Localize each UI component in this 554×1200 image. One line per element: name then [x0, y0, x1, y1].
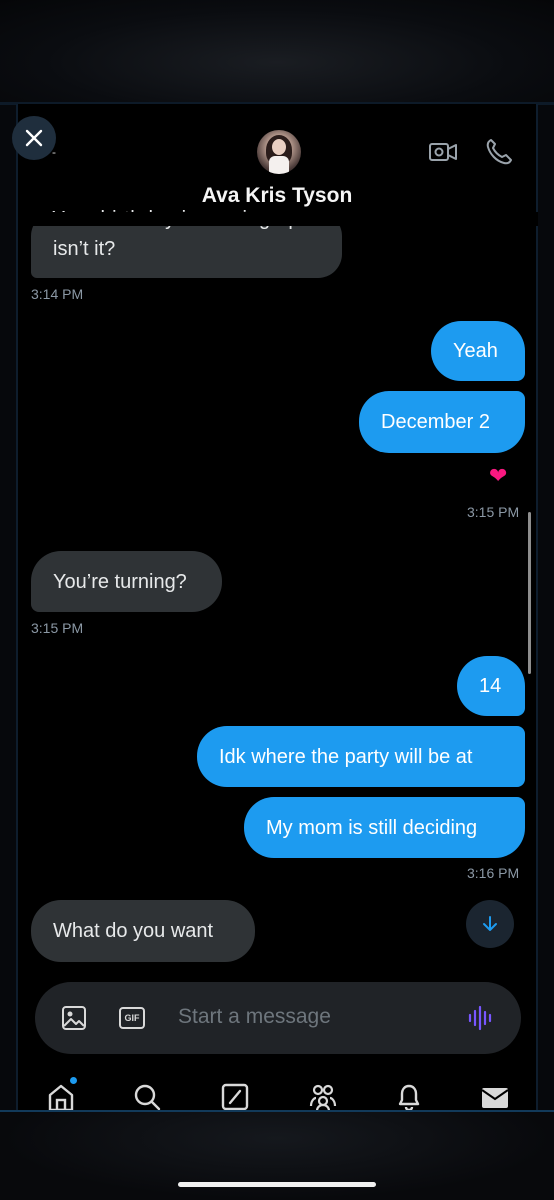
- gif-icon[interactable]: GIF: [119, 1007, 145, 1029]
- grok-icon[interactable]: [220, 1082, 250, 1112]
- notifications-icon[interactable]: [394, 1082, 424, 1112]
- sent-message-bubble[interactable]: 14: [457, 656, 525, 716]
- close-icon: [25, 129, 43, 147]
- message-timestamp: 3:15 PM: [31, 620, 84, 636]
- communities-icon[interactable]: [308, 1082, 338, 1112]
- message-text: isn’t it?: [53, 238, 116, 260]
- sent-message-bubble[interactable]: December 2: [359, 391, 525, 453]
- home-indicator[interactable]: [178, 1182, 376, 1187]
- message-text: Idk where the party will be at: [219, 745, 473, 768]
- contact-avatar[interactable]: [257, 130, 301, 174]
- message-text: You’re turning?: [53, 570, 187, 593]
- scroll-clip: [18, 212, 538, 226]
- message-text: December 2: [381, 411, 490, 433]
- heart-reaction-icon[interactable]: ❤: [489, 463, 507, 489]
- message-text: My mom is still deciding: [266, 816, 478, 839]
- bottom-navigation: [18, 1072, 538, 1112]
- arrow-down-icon: [483, 916, 497, 931]
- received-message-bubble[interactable]: You’re turning?: [31, 551, 222, 612]
- scroll-to-bottom-button[interactable]: [466, 900, 514, 948]
- message-input[interactable]: Start a message: [178, 1005, 331, 1029]
- message-timestamp: 3:14 PM: [31, 286, 84, 302]
- scrollbar[interactable]: [528, 512, 531, 674]
- message-text: Yeah: [453, 340, 498, 362]
- received-message-bubble[interactable]: What do you want: [31, 900, 255, 962]
- message-composer: GIF Start a message: [35, 982, 521, 1054]
- messages-icon[interactable]: [480, 1082, 510, 1112]
- message-text: What do you want: [53, 920, 214, 942]
- home-icon[interactable]: [46, 1082, 76, 1112]
- search-icon[interactable]: [132, 1082, 162, 1112]
- image-icon[interactable]: [61, 1005, 87, 1031]
- message-timestamp: 3:15 PM: [467, 504, 520, 520]
- home-notification-dot: [70, 1077, 77, 1084]
- sent-message-bubble[interactable]: My mom is still deciding: [244, 797, 525, 858]
- message-timestamp: 3:16 PM: [467, 865, 520, 881]
- contact-name[interactable]: Ava Kris Tyson: [0, 184, 554, 208]
- sent-message-bubble[interactable]: Idk where the party will be at: [197, 726, 525, 787]
- phone-icon[interactable]: [484, 137, 514, 167]
- sent-message-bubble[interactable]: Yeah: [431, 321, 525, 381]
- blurred-top-area: [0, 0, 554, 104]
- message-text: 14: [479, 675, 502, 697]
- voice-message-icon[interactable]: [467, 1004, 495, 1032]
- close-button[interactable]: [12, 116, 56, 160]
- video-call-icon[interactable]: [428, 137, 458, 167]
